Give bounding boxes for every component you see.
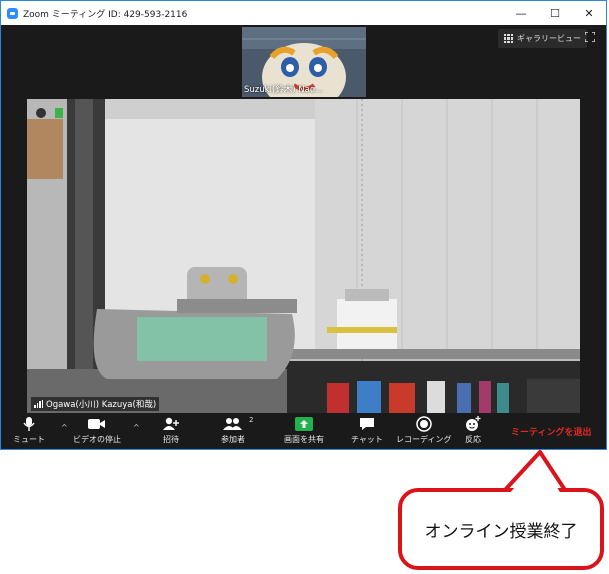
window-controls: — ☐ ✕ — [504, 1, 606, 25]
close-button[interactable]: ✕ — [572, 1, 606, 25]
zoom-window: Zoom ミーティング ID: 429-593-2116 — ☐ ✕ Suzuk… — [0, 0, 607, 450]
fullscreen-icon[interactable] — [584, 31, 596, 43]
video-scene — [27, 99, 580, 413]
chat-label: チャット — [351, 435, 383, 444]
chat-bubble-icon — [357, 415, 377, 433]
stop-video-button[interactable]: ビデオの停止 — [73, 415, 121, 447]
leave-meeting-button[interactable]: ミーティングを退出 — [511, 425, 591, 438]
share-screen-button[interactable]: 画面を共有 — [284, 415, 324, 447]
invite-button[interactable]: 招待 — [161, 415, 181, 447]
reactions-label: 反応 — [465, 435, 481, 444]
reactions-button[interactable]: 反応 — [463, 415, 483, 447]
chat-button[interactable]: チャット — [351, 415, 383, 447]
title-bar: Zoom ミーティング ID: 429-593-2116 — ☐ ✕ — [1, 1, 606, 25]
participants-label: 参加者 — [221, 435, 245, 444]
stop-video-label: ビデオの停止 — [73, 435, 121, 444]
video-options-caret-icon[interactable]: ^ — [133, 423, 140, 432]
signal-strength-icon — [34, 400, 43, 408]
main-video-participant-name: Ogawa(小川) Kazuya(和哉) — [46, 400, 157, 410]
meeting-toolbar: ミュート ^ ビデオの停止 ^ 招待 参加者 2 画面を共有 チャット レコーデ… — [1, 413, 606, 449]
maximize-button[interactable]: ☐ — [538, 1, 572, 25]
participant-thumbnail[interactable]: Suzuki(鈴木) Nao... — [242, 27, 366, 97]
share-screen-label: 画面を共有 — [284, 435, 324, 444]
thumbnail-name: Suzuki(鈴木) Nao... — [244, 85, 323, 95]
gallery-view-button[interactable]: ギャラリービュー — [498, 29, 587, 48]
record-label: レコーディング — [396, 435, 452, 444]
callout-text: オンライン授業終了 — [424, 521, 578, 542]
window-title: Zoom ミーティング ID: 429-593-2116 — [23, 9, 188, 20]
video-camera-icon — [87, 415, 107, 433]
gallery-view-label: ギャラリービュー — [517, 34, 581, 43]
callout-box: オンライン授業終了 — [398, 488, 604, 570]
participants-count: 2 — [249, 416, 254, 424]
smiley-icon — [463, 415, 483, 433]
main-video-participant-label: Ogawa(小川) Kazuya(和哉) — [31, 397, 160, 411]
mute-button[interactable]: ミュート — [13, 415, 45, 447]
minimize-button[interactable]: — — [504, 1, 538, 25]
microphone-icon — [19, 415, 39, 433]
record-icon — [414, 415, 434, 433]
participants-icon — [223, 415, 243, 433]
grid-icon — [504, 34, 513, 43]
mute-label: ミュート — [13, 435, 45, 444]
share-screen-icon — [294, 415, 314, 433]
record-button[interactable]: レコーディング — [396, 415, 451, 447]
add-person-icon — [161, 415, 181, 433]
meeting-stage: Suzuki(鈴木) Nao... ギャラリービュー Ogawa(小川) Kaz… — [1, 25, 606, 413]
invite-label: 招待 — [163, 435, 179, 444]
main-video — [27, 99, 580, 413]
zoom-logo-icon — [7, 7, 18, 19]
audio-options-caret-icon[interactable]: ^ — [61, 423, 68, 432]
participants-button[interactable]: 参加者 — [221, 415, 245, 447]
